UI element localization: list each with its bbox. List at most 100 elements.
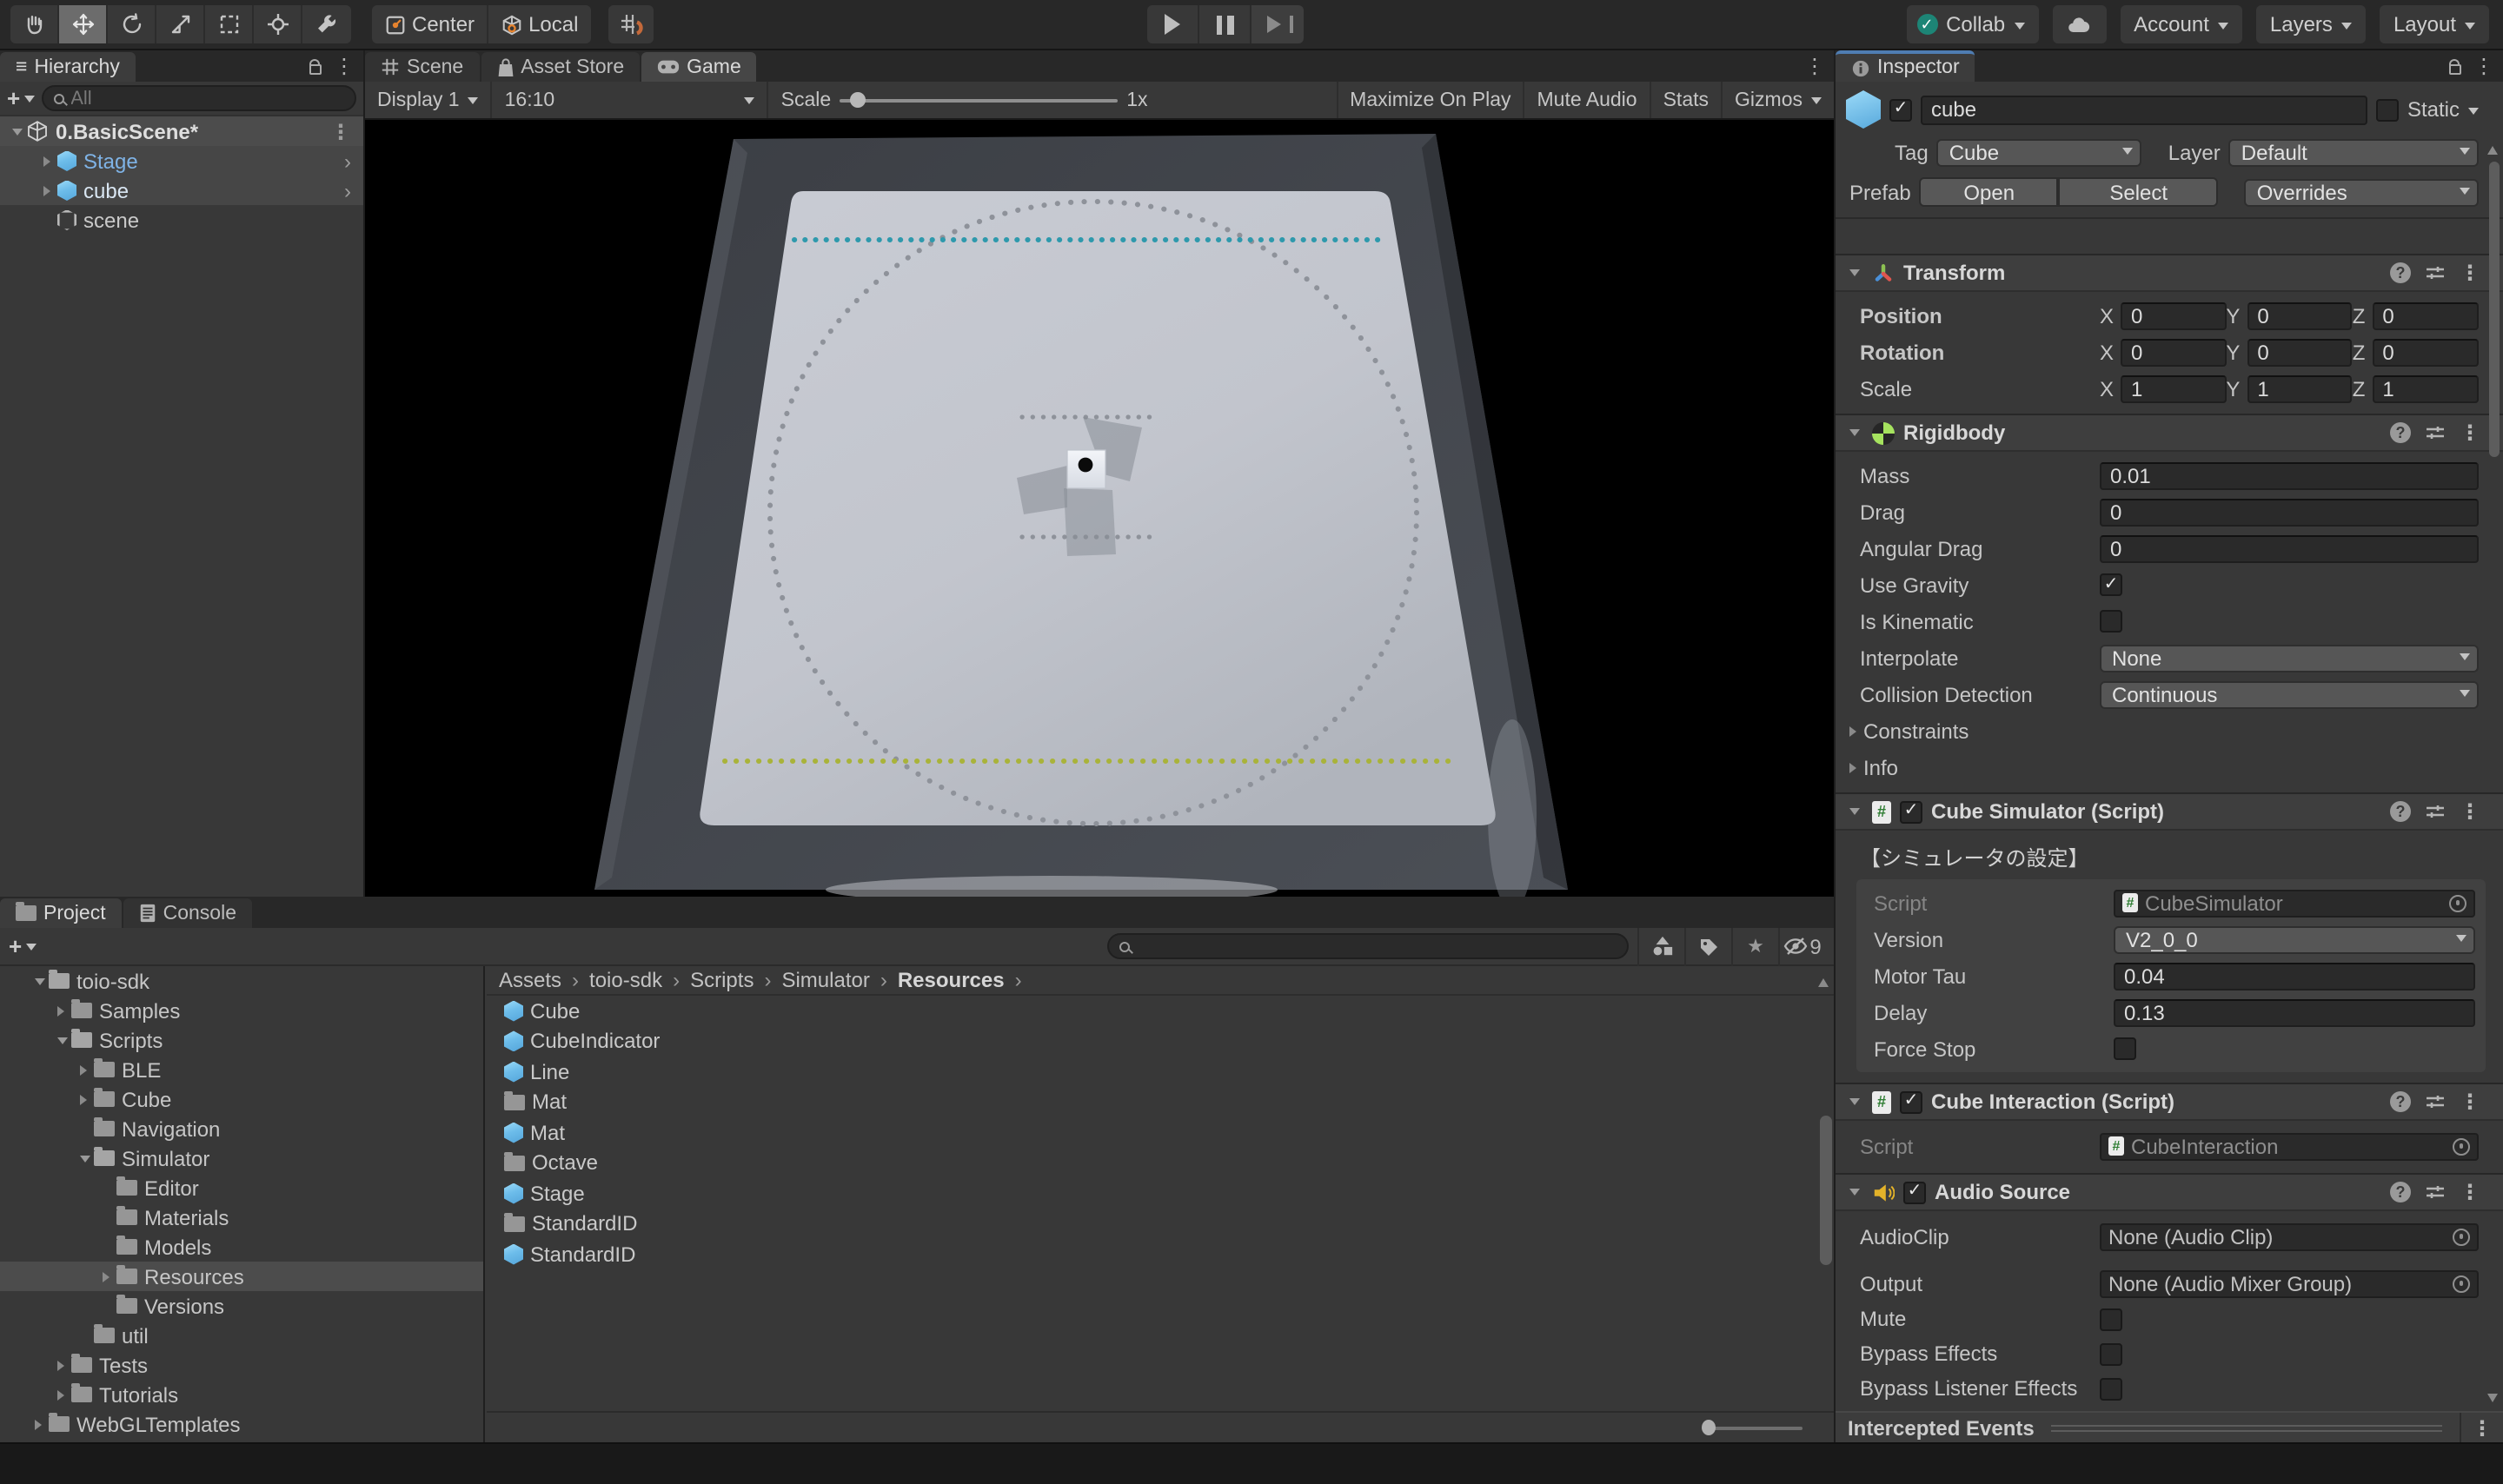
tree-item[interactable]: Editor <box>0 1173 483 1202</box>
help-icon[interactable] <box>2390 262 2411 283</box>
rotation-y-field[interactable]: 0 <box>2247 338 2352 366</box>
use-gravity-checkbox[interactable] <box>2100 573 2122 596</box>
tree-item[interactable]: Cube <box>0 1084 483 1114</box>
component-header-cube-simulator[interactable]: Cube Simulator (Script) ⋮ <box>1836 792 2503 831</box>
prefab-select-button[interactable]: Select <box>2059 177 2219 207</box>
file-item[interactable]: Octave <box>487 1148 1834 1178</box>
interpolate-dropdown[interactable]: None <box>2100 644 2479 672</box>
tree-item[interactable]: BLE <box>0 1055 483 1084</box>
hierarchy-search-input[interactable] <box>70 88 344 109</box>
breadcrumb-item[interactable]: Scripts <box>690 968 754 992</box>
foldout-open-icon[interactable] <box>1849 808 1859 820</box>
file-item[interactable]: Mat <box>487 1117 1834 1148</box>
hand-tool-button[interactable] <box>10 5 59 43</box>
kebab-icon[interactable]: ⋮ <box>2460 262 2480 283</box>
rotate-tool-button[interactable] <box>108 5 156 43</box>
help-icon[interactable] <box>2390 801 2411 822</box>
tab-scene[interactable]: Scene <box>365 52 479 82</box>
prefab-open-button[interactable]: Open <box>1920 177 2059 207</box>
audioclip-object-field[interactable]: None (Audio Clip) <box>2100 1222 2479 1250</box>
hierarchy-item-scene[interactable]: scene <box>0 205 363 235</box>
kebab-icon[interactable]: ⋮ <box>330 121 351 142</box>
tab-game[interactable]: Game <box>641 52 757 82</box>
play-button[interactable] <box>1147 5 1199 43</box>
help-icon[interactable] <box>2390 422 2411 443</box>
component-header-audio-source[interactable]: Audio Source ⋮ <box>1836 1173 2503 1211</box>
rect-tool-button[interactable] <box>205 5 254 43</box>
scale-slider-thumb[interactable] <box>850 91 866 107</box>
tree-item[interactable]: Versions <box>0 1291 483 1321</box>
drag-handle[interactable] <box>2052 1424 2442 1431</box>
component-header-transform[interactable]: Transform ⋮ <box>1836 254 2503 292</box>
step-button[interactable] <box>1252 5 1304 43</box>
object-picker-icon[interactable] <box>2453 1228 2470 1245</box>
layers-dropdown[interactable]: Layers <box>2256 5 2366 43</box>
rotation-x-field[interactable]: 0 <box>2121 338 2226 366</box>
create-asset-button[interactable]: + <box>9 933 36 959</box>
force-stop-checkbox[interactable] <box>2114 1037 2136 1060</box>
tab-project[interactable]: Project <box>0 898 122 928</box>
kebab-icon[interactable]: ⋮ <box>2460 801 2480 822</box>
output-object-field[interactable]: None (Audio Mixer Group) <box>2100 1269 2479 1297</box>
tree-item[interactable]: Simulator <box>0 1143 483 1173</box>
tree-item[interactable]: util <box>0 1321 483 1350</box>
kebab-icon[interactable]: ⋮ <box>2460 1182 2480 1202</box>
rotation-z-field[interactable]: 0 <box>2372 338 2479 366</box>
project-search-input[interactable] <box>1137 936 1617 957</box>
tree-item[interactable]: Tests <box>0 1350 483 1380</box>
transform-tool-button[interactable] <box>254 5 302 43</box>
component-enable-checkbox[interactable] <box>1903 1181 1926 1203</box>
presets-icon[interactable] <box>2425 1182 2446 1202</box>
file-item[interactable]: Stage <box>487 1178 1834 1209</box>
prefab-open-arrow[interactable]: › <box>344 149 351 173</box>
tree-item[interactable]: Models <box>0 1232 483 1262</box>
bypass-listener-effects-checkbox[interactable] <box>2100 1377 2122 1400</box>
tree-item[interactable]: Materials <box>0 1202 483 1232</box>
pause-button[interactable] <box>1199 5 1252 43</box>
foldout-open-icon[interactable] <box>1849 429 1859 441</box>
tree-item[interactable]: Navigation <box>0 1114 483 1143</box>
tree-item[interactable]: WebGLTemplates <box>0 1409 483 1439</box>
favorites-button[interactable]: ★ <box>1731 927 1778 965</box>
scale-x-field[interactable]: 1 <box>2121 374 2226 402</box>
presets-icon[interactable] <box>2425 801 2446 822</box>
breadcrumb-item[interactable]: Assets <box>499 968 561 992</box>
thumbnail-size-slider[interactable] <box>1705 1426 1803 1429</box>
tag-dropdown[interactable]: Cube <box>1937 139 2142 167</box>
tree-item[interactable]: Samples <box>0 996 483 1025</box>
move-tool-button[interactable] <box>59 5 108 43</box>
cloud-button[interactable] <box>2052 5 2106 43</box>
mass-field[interactable]: 0.01 <box>2100 461 2479 489</box>
position-z-field[interactable]: 0 <box>2372 301 2479 329</box>
scrollbar-thumb[interactable] <box>2488 162 2499 457</box>
pivot-local-button[interactable]: Local <box>488 5 590 43</box>
gameobject-name-field[interactable] <box>1921 95 2367 124</box>
scale-z-field[interactable]: 1 <box>2372 374 2479 402</box>
hierarchy-search[interactable] <box>41 85 356 111</box>
file-item[interactable]: Line <box>487 1057 1834 1087</box>
component-enable-checkbox[interactable] <box>1900 800 1922 823</box>
component-header-cube-interaction[interactable]: Cube Interaction (Script) ⋮ <box>1836 1083 2503 1121</box>
kebab-icon[interactable]: ⋮ <box>1804 56 1825 76</box>
kebab-icon[interactable]: ⋮ <box>2460 1091 2480 1112</box>
tab-console[interactable]: Console <box>123 898 252 928</box>
intercepted-events-bar[interactable]: Intercepted Events ⋮ <box>1836 1411 2503 1442</box>
breadcrumb-item[interactable]: Simulator <box>781 968 869 992</box>
file-item[interactable]: CubeIndicator <box>487 1026 1834 1057</box>
object-picker-icon[interactable] <box>2449 894 2466 911</box>
position-x-field[interactable]: 0 <box>2121 301 2226 329</box>
tab-asset-store[interactable]: Asset Store <box>481 52 640 82</box>
version-dropdown[interactable]: V2_0_0 <box>2114 925 2475 953</box>
chevron-down-icon[interactable] <box>2468 107 2479 119</box>
static-checkbox[interactable] <box>2376 98 2399 121</box>
tab-inspector[interactable]: Inspector <box>1836 50 1975 82</box>
scale-slider[interactable] <box>840 98 1118 102</box>
tree-item[interactable]: toio-sdk <box>0 966 483 996</box>
scroll-up-icon[interactable] <box>2487 141 2498 155</box>
search-by-label-button[interactable] <box>1684 927 1731 965</box>
object-picker-icon[interactable] <box>2453 1275 2470 1292</box>
script-object-field[interactable]: CubeInteraction <box>2100 1132 2479 1160</box>
hierarchy-item-stage[interactable]: Stage › <box>0 146 363 176</box>
foldout-closed-icon[interactable] <box>43 185 56 195</box>
layer-dropdown[interactable]: Default <box>2229 139 2479 167</box>
